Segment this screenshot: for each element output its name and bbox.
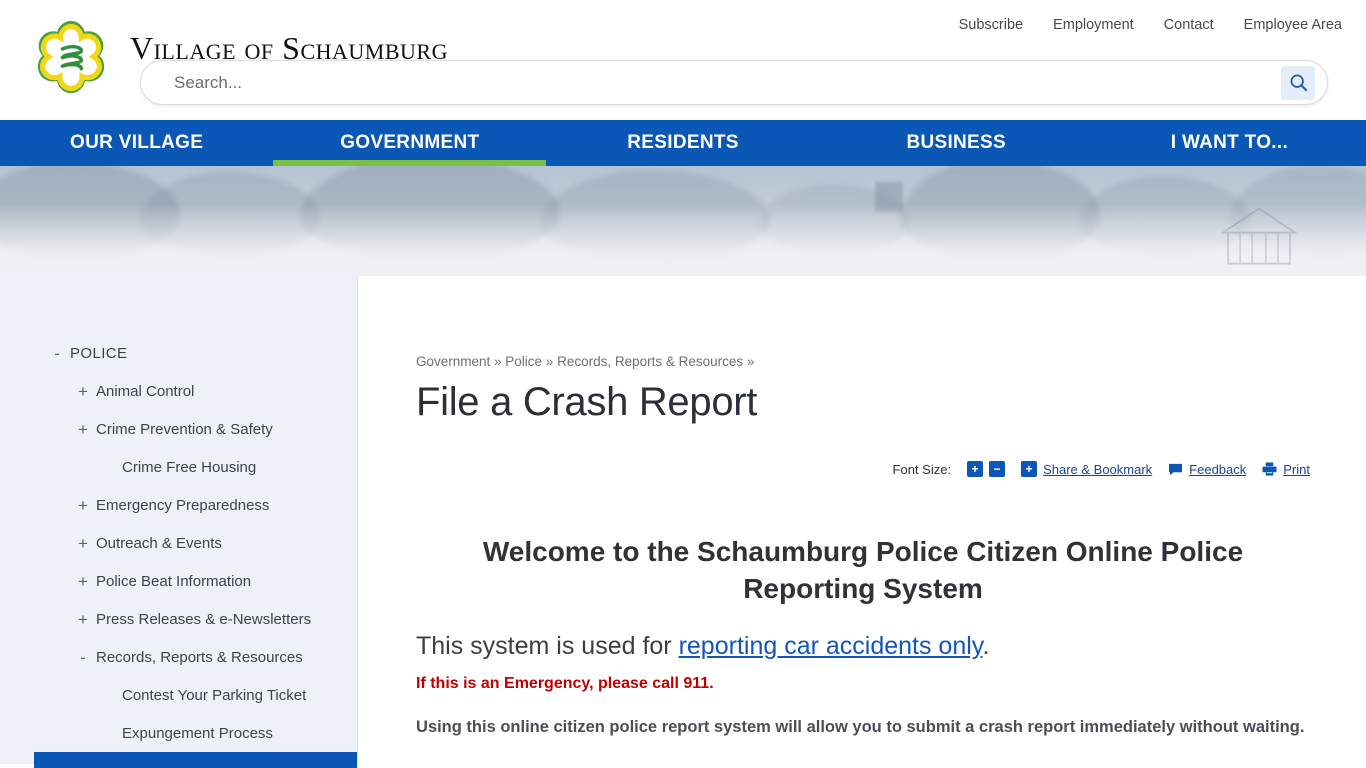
hero-banner-image	[0, 166, 1366, 276]
font-decrease-button[interactable]: −	[989, 461, 1006, 477]
sidebar-item-press-releases-newsletters[interactable]: + Press Releases & e-Newsletters	[0, 600, 357, 638]
breadcrumb[interactable]: Government » Police » Records, Reports &…	[416, 354, 1310, 369]
printer-icon	[1262, 462, 1277, 476]
sidebar-item-label: Animal Control	[96, 382, 195, 400]
lead-prefix-text: This system is used for	[416, 632, 679, 661]
font-increase-button[interactable]: +	[967, 461, 984, 477]
reporting-car-accidents-link[interactable]: reporting car accidents only	[679, 632, 983, 660]
feedback-group[interactable]: Feedback	[1168, 462, 1246, 477]
search-input[interactable]	[141, 72, 1281, 93]
sidebar-item-crime-prevention-safety[interactable]: + Crime Prevention & Safety	[0, 410, 357, 448]
feedback-link[interactable]: Feedback	[1189, 462, 1246, 477]
instructions-paragraph: Using this online citizen police report …	[416, 718, 1305, 737]
share-plus-icon[interactable]: +	[1021, 461, 1038, 477]
sidebar-item-outreach-events[interactable]: + Outreach & Events	[0, 524, 357, 562]
nav-item-government[interactable]: Government	[273, 120, 547, 166]
sidebar-item-label: Expungement Process	[122, 724, 273, 742]
gazebo-shape	[1220, 207, 1298, 265]
sidebar-item-contest-your-parking-ticket[interactable]: Contest Your Parking Ticket	[0, 676, 357, 714]
lead-statement: This system is used for reporting car ac…	[416, 632, 1310, 661]
page-title: File a Crash Report	[416, 380, 758, 424]
print-group[interactable]: Print	[1262, 462, 1310, 477]
comment-icon	[1169, 463, 1183, 475]
sidebar-item-label: Crime Free Housing	[122, 458, 257, 476]
print-link[interactable]: Print	[1283, 462, 1310, 477]
share-bookmark-link[interactable]: Share & Bookmark	[1043, 462, 1152, 477]
collapse-toggle-icon[interactable]: -	[44, 345, 70, 362]
utility-link-contact[interactable]: Contact	[1164, 17, 1214, 33]
page-tools-bar: Font Size: + − + Share & Bookmark Feedba…	[416, 461, 1310, 477]
share-bookmark-group[interactable]: + Share & Bookmark	[1021, 461, 1152, 477]
utility-link-subscribe[interactable]: Subscribe	[959, 17, 1023, 33]
sidebar-item-emergency-preparedness[interactable]: + Emergency Preparedness	[0, 486, 357, 524]
nav-item-residents[interactable]: Residents	[546, 120, 819, 166]
expand-toggle-icon[interactable]: +	[70, 383, 96, 400]
main-navigation: Our Village Government Residents Busines…	[0, 120, 1366, 166]
sidebar-item-animal-control[interactable]: + Animal Control	[0, 372, 357, 410]
collapse-toggle-icon[interactable]: -	[70, 649, 96, 666]
expand-toggle-icon[interactable]: +	[70, 573, 96, 590]
sidebar-navigation: - POLICE + Animal Control + Crime Preven…	[0, 276, 358, 768]
sidebar-item-police-beat-information[interactable]: + Police Beat Information	[0, 562, 357, 600]
utility-link-employment[interactable]: Employment	[1053, 17, 1134, 33]
nav-item-i-want-to[interactable]: I Want To...	[1093, 120, 1366, 166]
sidebar-item-records-reports-resources[interactable]: - Records, Reports & Resources	[0, 638, 357, 676]
font-size-label: Font Size:	[892, 461, 952, 477]
sidebar-item-crime-free-housing[interactable]: Crime Free Housing	[0, 448, 357, 486]
lead-suffix-text: .	[982, 632, 990, 661]
expand-toggle-icon[interactable]: +	[70, 421, 96, 438]
main-content: Government » Police » Records, Reports &…	[358, 276, 1366, 764]
sidebar-item-label: Press Releases & e-Newsletters	[96, 610, 312, 628]
utility-nav: Subscribe Employment Contact Employee Ar…	[959, 17, 1342, 33]
sidebar-item-label: Contest Your Parking Ticket	[122, 686, 307, 704]
village-seal-logo[interactable]	[28, 18, 114, 104]
nav-item-our-village[interactable]: Our Village	[0, 120, 273, 166]
sidebar-item-label: Emergency Preparedness	[96, 496, 270, 514]
nav-item-business[interactable]: Business	[820, 120, 1093, 166]
sidebar-item-label: Outreach & Events	[96, 534, 222, 552]
welcome-heading: Welcome to the Schaumburg Police Citizen…	[482, 536, 1244, 605]
emergency-notice: If this is an Emergency, please call 911…	[416, 675, 714, 693]
sidebar-item-label: Records, Reports & Resources	[96, 648, 303, 666]
sidebar-item-expungement-process[interactable]: Expungement Process	[0, 714, 357, 752]
page-body: - POLICE + Animal Control + Crime Preven…	[0, 276, 1366, 768]
expand-toggle-icon[interactable]: +	[70, 535, 96, 552]
search-button[interactable]	[1281, 65, 1315, 100]
search-icon	[1290, 74, 1307, 92]
sidebar-item-label: Police Beat Information	[96, 572, 252, 590]
sidebar-item-current-page[interactable]	[34, 752, 357, 768]
expand-toggle-icon[interactable]: +	[70, 611, 96, 628]
utility-link-employee-area[interactable]: Employee Area	[1244, 17, 1342, 33]
sidebar-item-label: POLICE	[70, 344, 128, 362]
search-bar	[140, 60, 1328, 105]
site-header: Village of Schaumburg Subscribe Employme…	[0, 0, 1366, 120]
sidebar-item-label: Crime Prevention & Safety	[96, 420, 273, 438]
sidebar-item-police[interactable]: - POLICE	[0, 334, 357, 372]
font-size-controls: + −	[967, 461, 1006, 477]
expand-toggle-icon[interactable]: +	[70, 497, 96, 514]
